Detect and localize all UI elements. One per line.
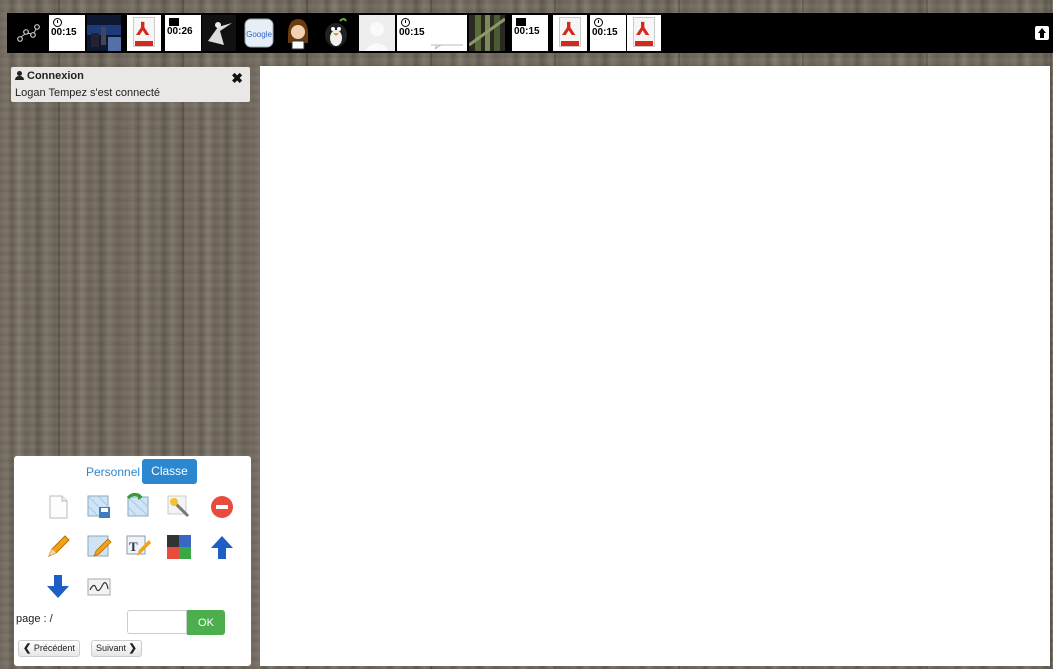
magic-wand-icon[interactable] (166, 494, 192, 520)
film-strip-icon[interactable] (468, 15, 506, 51)
pencil-icon[interactable] (45, 534, 71, 560)
timer-label: 00:15 (592, 27, 618, 38)
arrow-up-icon[interactable] (209, 534, 235, 560)
timer-item[interactable]: 00:15 (512, 15, 548, 51)
timer-label: 00:15 (51, 27, 77, 38)
dancer-thumbnail-icon[interactable] (202, 15, 236, 51)
chevron-left-icon: ❮ (23, 643, 32, 654)
arrow-down-icon[interactable] (45, 574, 71, 600)
whiteboard-canvas[interactable] (260, 66, 1050, 666)
mac-penguin-icon[interactable] (320, 15, 352, 51)
timer-item[interactable]: 00:15 (49, 15, 85, 51)
timer-label: 00:15 (514, 26, 540, 37)
notification-message: Logan Tempez s'est connecté (15, 87, 160, 99)
close-icon[interactable]: ✖ (231, 71, 243, 85)
timer-label: 00:26 (167, 26, 193, 37)
tools-panel: Personnel Classe T page: / OK ❮ Précéde… (14, 456, 251, 666)
chat-icon (169, 18, 179, 26)
timer-item[interactable]: 00:15 (590, 15, 626, 51)
stop-icon[interactable] (209, 494, 235, 520)
connection-notification: Connexion Logan Tempez s'est connecté ✖ (11, 67, 250, 102)
timer-label: 00:15 (399, 27, 425, 38)
clock-icon (594, 18, 603, 27)
page-number-input[interactable] (127, 610, 187, 634)
girl-avatar-icon[interactable] (283, 15, 313, 51)
text-tool-icon[interactable]: T (125, 534, 151, 560)
color-palette-icon[interactable] (166, 534, 192, 560)
new-page-icon[interactable] (45, 494, 71, 520)
tab-classe[interactable]: Classe (142, 459, 197, 484)
blank-avatar-icon[interactable] (359, 15, 395, 51)
page-label: page : / (16, 613, 53, 625)
tab-personnel[interactable]: Personnel (86, 465, 140, 479)
connection-logo-icon[interactable] (15, 21, 41, 45)
signature-icon[interactable] (86, 574, 112, 600)
pdf-icon[interactable]: ⅄ (627, 15, 661, 51)
ok-button[interactable]: OK (187, 610, 225, 635)
timer-item[interactable]: 00:15 (397, 15, 467, 51)
clock-icon (401, 18, 410, 27)
top-bar: 00:15 ⅄ 00:26 Google 00:15 00:15 ⅄ 00:15… (7, 13, 1053, 53)
video-thumbnail-icon[interactable] (87, 15, 121, 51)
user-icon (15, 71, 24, 80)
chevron-right-icon: ❯ (128, 643, 137, 654)
redo-board-icon[interactable] (125, 492, 151, 518)
google-icon[interactable]: Google (243, 15, 275, 51)
clock-icon (53, 18, 62, 27)
svg-text:T: T (129, 539, 138, 554)
image-icon (516, 18, 526, 26)
upload-icon[interactable] (1035, 26, 1049, 40)
previous-button[interactable]: ❮ Précédent (18, 640, 80, 657)
next-button[interactable]: Suivant ❯ (91, 640, 142, 657)
notification-title: Connexion (27, 70, 84, 82)
timer-item[interactable]: 00:26 (165, 15, 201, 51)
speech-bubble-icon (431, 44, 463, 49)
save-board-icon[interactable] (86, 494, 112, 520)
edit-board-icon[interactable] (86, 534, 112, 560)
svg-text:Google: Google (246, 30, 272, 39)
pdf-icon[interactable]: ⅄ (553, 15, 587, 51)
pdf-icon[interactable]: ⅄ (127, 15, 161, 51)
